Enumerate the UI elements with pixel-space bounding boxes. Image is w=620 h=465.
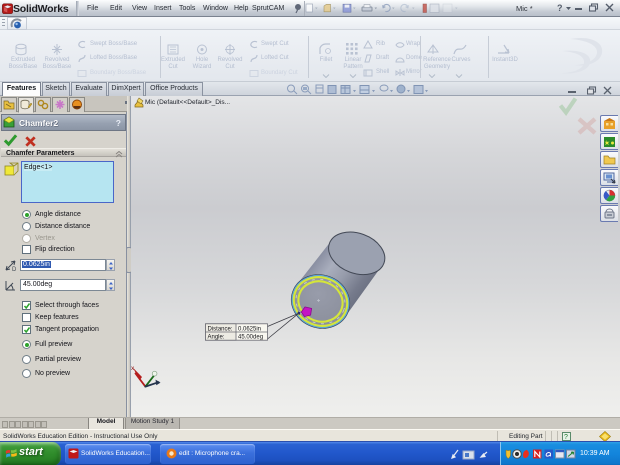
svg-text:45.00deg: 45.00deg bbox=[238, 335, 263, 341]
svg-text:x: x bbox=[131, 365, 135, 372]
svg-text:D: D bbox=[12, 267, 17, 273]
svg-text:Angle:: Angle: bbox=[208, 335, 225, 341]
svg-text:0.0625in: 0.0625in bbox=[238, 326, 261, 332]
svg-text:?: ? bbox=[564, 434, 568, 441]
svg-text:Distance:: Distance: bbox=[208, 326, 233, 332]
